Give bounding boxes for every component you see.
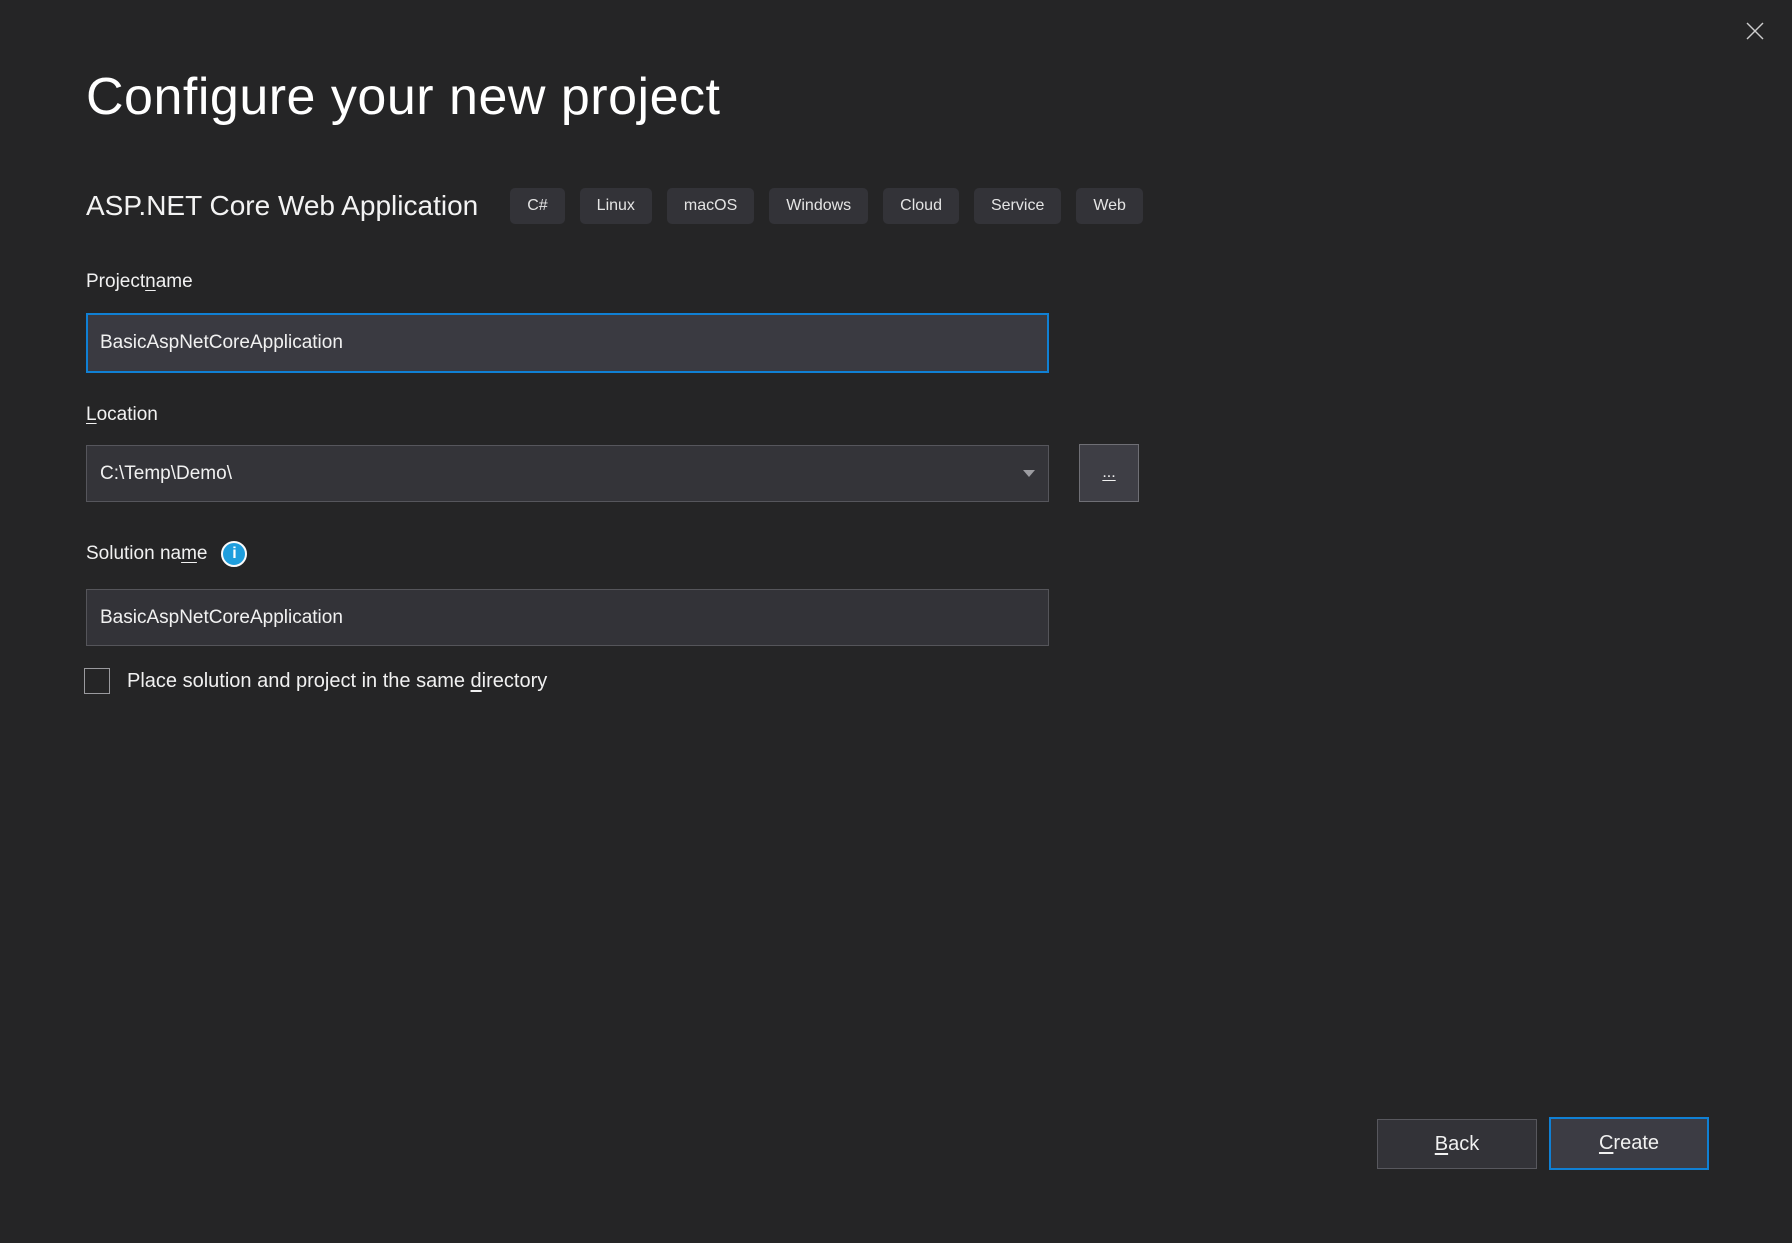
- template-tags: C# Linux macOS Windows Cloud Service Web: [510, 188, 1143, 224]
- same-directory-checkbox[interactable]: [84, 668, 110, 694]
- location-combobox[interactable]: C:\Temp\Demo\: [86, 445, 1049, 502]
- solution-name-label: Solution name i: [86, 541, 247, 567]
- page-title: Configure your new project: [86, 68, 720, 128]
- template-tag: Service: [974, 188, 1061, 224]
- solution-name-input[interactable]: [86, 589, 1049, 646]
- template-tag: Web: [1076, 188, 1143, 224]
- template-tag: Linux: [580, 188, 652, 224]
- close-button[interactable]: [1738, 14, 1772, 48]
- location-value: C:\Temp\Demo\: [100, 463, 1023, 485]
- close-icon: [1744, 20, 1766, 42]
- location-label: Location: [86, 404, 158, 426]
- chevron-down-icon: [1023, 470, 1035, 477]
- info-icon[interactable]: i: [221, 541, 247, 567]
- template-name: ASP.NET Core Web Application: [86, 190, 478, 222]
- template-header: ASP.NET Core Web Application C# Linux macO…: [86, 188, 1143, 224]
- same-directory-label: Place solution and project in the same d…: [127, 670, 547, 693]
- same-directory-row: Place solution and project in the same d…: [84, 668, 547, 694]
- template-tag: Windows: [769, 188, 868, 224]
- template-tag: C#: [510, 188, 564, 224]
- browse-label: ...: [1102, 464, 1115, 482]
- project-name-input[interactable]: [86, 313, 1049, 373]
- back-button[interactable]: Back: [1377, 1119, 1537, 1169]
- browse-location-button[interactable]: ...: [1079, 444, 1139, 502]
- template-tag: macOS: [667, 188, 754, 224]
- configure-project-dialog: Configure your new project ASP.NET Core …: [0, 0, 1792, 1243]
- template-tag: Cloud: [883, 188, 959, 224]
- project-name-label: Project name: [86, 271, 193, 293]
- create-button[interactable]: Create: [1549, 1117, 1709, 1170]
